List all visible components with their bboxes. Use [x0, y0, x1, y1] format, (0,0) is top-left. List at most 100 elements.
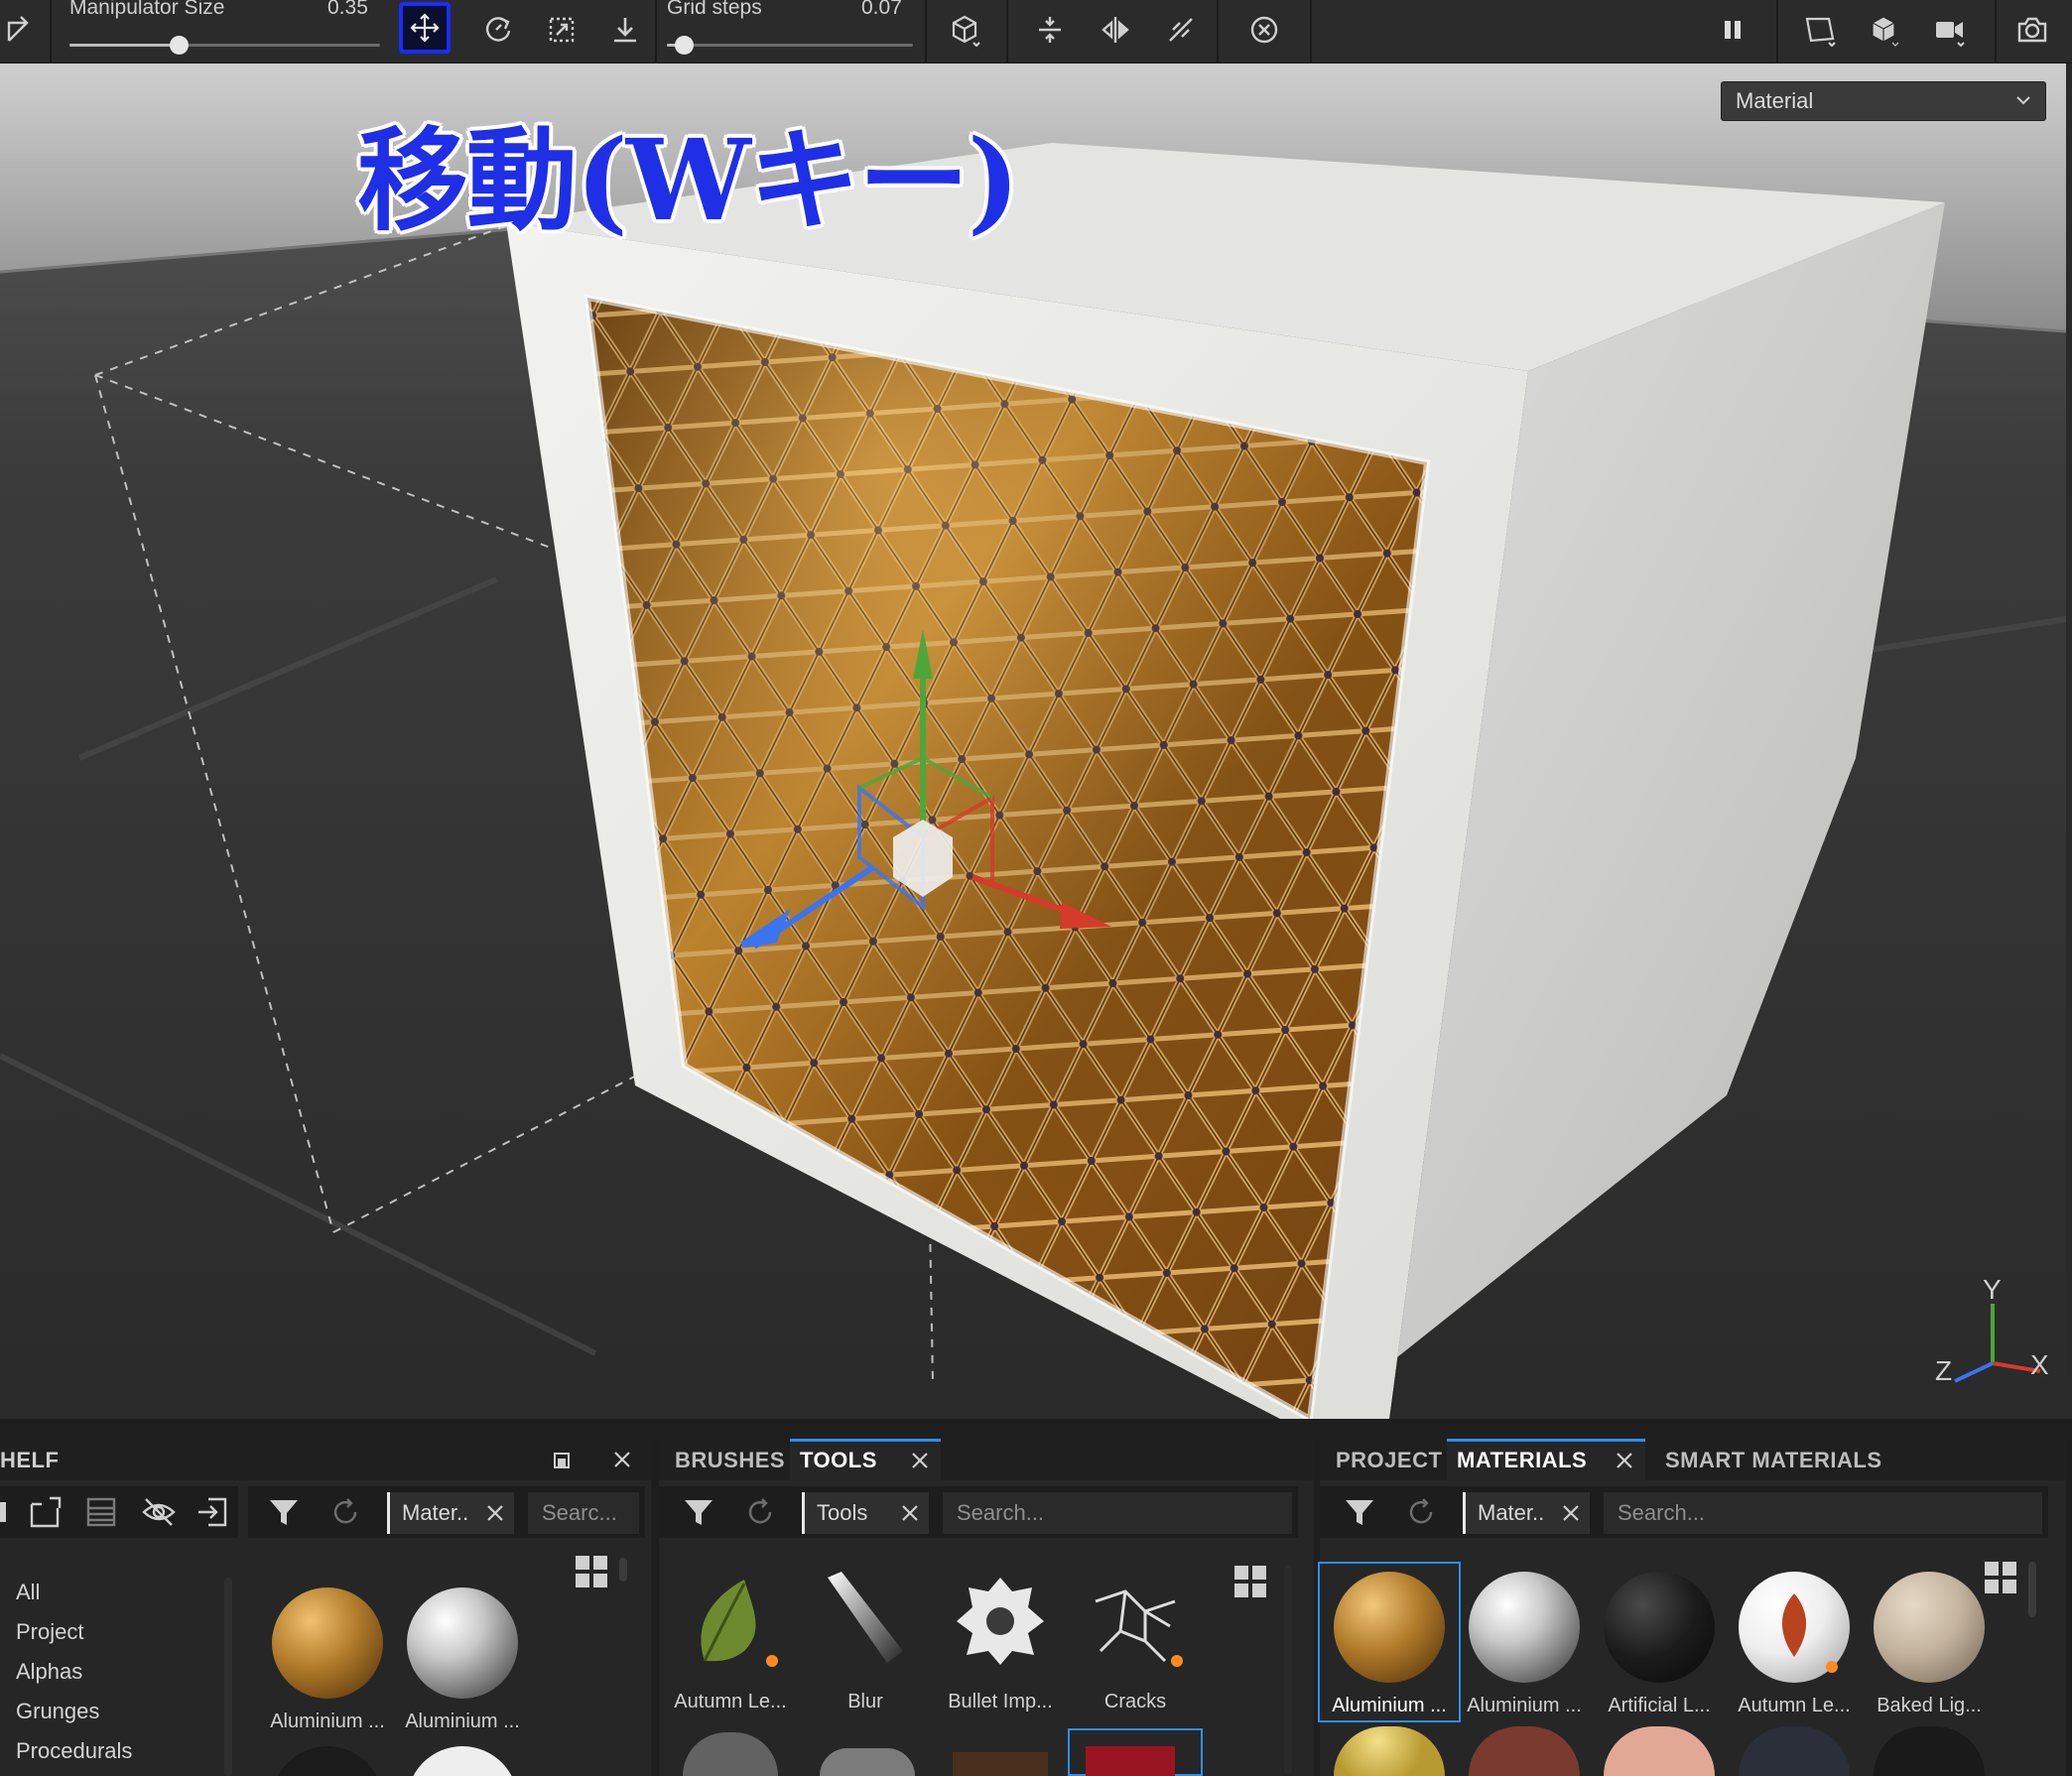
shelf-item-partial[interactable]	[272, 1746, 383, 1776]
tools-filter-chip[interactable]: Tools	[802, 1492, 929, 1534]
undock-icon[interactable]	[552, 1451, 572, 1470]
tab-materials-label: MATERIALS	[1457, 1448, 1588, 1472]
tool-item-partial[interactable]	[820, 1748, 915, 1776]
tab-tools[interactable]: TOOLS	[790, 1439, 941, 1480]
viewport-scene[interactable]	[0, 63, 2066, 1419]
tab-brushes[interactable]: BRUSHES	[665, 1439, 795, 1480]
align-vertical-button[interactable]	[1024, 4, 1076, 56]
manipulator-size-thumb[interactable]	[170, 36, 189, 55]
close-icon[interactable]	[1614, 1450, 1635, 1471]
close-icon[interactable]	[909, 1450, 931, 1471]
import-icon[interactable]	[194, 1494, 230, 1530]
materials-scrollbar[interactable]	[2028, 1562, 2036, 1617]
tools-search-input[interactable]: Search...	[943, 1492, 1292, 1534]
camera-mode-button[interactable]	[1923, 4, 1975, 56]
reset-transform-button[interactable]	[1238, 4, 1290, 56]
tool-item-partial[interactable]	[683, 1732, 778, 1776]
category-grunges[interactable]: Grunges	[16, 1699, 99, 1724]
app-window: Manipulator Size 0.35 Grid steps 0.07 移動…	[0, 0, 2072, 1776]
screenshot-button[interactable]	[2007, 4, 2058, 56]
tool-item-selected-partial[interactable]	[1068, 1728, 1203, 1776]
download-icon	[614, 18, 636, 43]
grid-view-icon[interactable]	[576, 1556, 609, 1589]
move-icon	[410, 13, 440, 43]
tool-item-label: Blur	[847, 1691, 883, 1713]
filter-icon[interactable]	[1342, 1494, 1377, 1530]
chip-close-icon[interactable]	[484, 1502, 506, 1524]
symmetry-toggle-button[interactable]	[1155, 4, 1207, 56]
photo-camera-icon	[2017, 17, 2047, 43]
materials-panel: PROJECT MATERIALS SMART MATERIALS Mater.…	[1318, 1439, 2066, 1776]
refresh-icon[interactable]	[1403, 1494, 1439, 1530]
bullet-impact-icon	[957, 1578, 1044, 1665]
pause-button[interactable]	[1707, 4, 1758, 56]
chip-close-icon[interactable]	[1560, 1502, 1582, 1524]
category-procedurals[interactable]: Procedurals	[16, 1738, 132, 1764]
grid-view-icon[interactable]	[1985, 1562, 2018, 1595]
snap-down-button[interactable]	[599, 4, 651, 56]
new-folder-icon[interactable]	[28, 1494, 64, 1530]
materials-search-input[interactable]: Search...	[1604, 1492, 2042, 1534]
shelf-filter-chip[interactable]: Mater..	[387, 1492, 514, 1534]
material-item-partial[interactable]	[1469, 1726, 1580, 1776]
scale-icon	[549, 17, 575, 43]
materials-filter-chip-label: Mater..	[1478, 1500, 1545, 1525]
cube-view-icon	[1872, 16, 1899, 47]
material-item-partial[interactable]	[1334, 1726, 1445, 1776]
transform-icon[interactable]	[0, 4, 46, 56]
primitive-menu-button[interactable]	[939, 4, 990, 56]
axis-y-label: Y	[1983, 1274, 2002, 1305]
hide-icon[interactable]	[141, 1494, 177, 1530]
close-icon[interactable]	[611, 1449, 633, 1470]
material-preview	[272, 1587, 383, 1699]
library-icon[interactable]	[83, 1494, 119, 1530]
shelf-item-label: Aluminium ...	[270, 1711, 385, 1732]
move-tool-button[interactable]	[399, 2, 451, 54]
axis-x-label: X	[2030, 1349, 2049, 1380]
tool-item-partial[interactable]	[953, 1752, 1048, 1776]
grid-steps-slider[interactable]	[667, 44, 913, 47]
shelf-title: HELF	[0, 1448, 60, 1472]
category-project[interactable]: Project	[16, 1619, 83, 1645]
tab-project[interactable]: PROJECT	[1326, 1439, 1452, 1480]
material-item-label: Artificial L...	[1608, 1695, 1711, 1716]
materials-tabs: PROJECT MATERIALS SMART MATERIALS	[1320, 1439, 2066, 1480]
tools-tabs: BRUSHES TOOLS	[659, 1439, 1314, 1480]
material-item-aluminium-gold[interactable]: Aluminium ...	[1318, 1562, 1461, 1722]
tools-scrollbar[interactable]	[1284, 1566, 1292, 1774]
filter-icon[interactable]	[266, 1494, 302, 1530]
refresh-icon[interactable]	[327, 1494, 363, 1530]
tool-item-label: Cracks	[1103, 1691, 1167, 1713]
tab-materials[interactable]: MATERIALS	[1447, 1439, 1645, 1480]
manipulator-size-label: Manipulator Size	[69, 0, 225, 19]
grid-view-icon[interactable]	[1234, 1566, 1268, 1599]
3d-viewport[interactable]: 移動(Wキー) Material Y X Z	[0, 63, 2066, 1419]
view-2d-button[interactable]	[1794, 4, 1846, 56]
material-item-partial[interactable]	[1874, 1726, 1985, 1776]
grid-steps-thumb[interactable]	[675, 36, 694, 55]
rotate-tool-button[interactable]	[472, 4, 524, 56]
category-alphas[interactable]: Alphas	[16, 1659, 82, 1685]
channel-select[interactable]: Material	[1721, 81, 2046, 121]
refresh-icon[interactable]	[742, 1494, 778, 1530]
categories-scrollbar[interactable]	[224, 1578, 232, 1776]
shelf-item-partial[interactable]	[407, 1746, 518, 1776]
shelf-search-input[interactable]: Searc...	[528, 1492, 639, 1534]
scale-tool-button[interactable]	[536, 4, 587, 56]
tools-filter-row: Tools Search...	[659, 1486, 1298, 1538]
shelf-item-label: Aluminium ...	[405, 1711, 520, 1732]
mirror-button[interactable]	[1090, 4, 1141, 56]
materials-filter-chip[interactable]: Mater..	[1463, 1492, 1590, 1534]
filter-icon[interactable]	[681, 1494, 716, 1530]
material-item-partial[interactable]	[1604, 1726, 1715, 1776]
pause-icon	[1725, 21, 1741, 39]
tab-tools-label: TOOLS	[800, 1448, 877, 1472]
tools-filter-chip-label: Tools	[817, 1500, 868, 1525]
material-item-partial[interactable]	[1739, 1726, 1850, 1776]
category-all[interactable]: All	[16, 1580, 40, 1605]
manipulator-size-fill	[69, 44, 179, 47]
view-3d-button[interactable]	[1858, 4, 1909, 56]
chip-close-icon[interactable]	[899, 1502, 921, 1524]
tab-smart-materials[interactable]: SMART MATERIALS	[1655, 1439, 1892, 1480]
shelf-scrollbar[interactable]	[619, 1558, 627, 1582]
